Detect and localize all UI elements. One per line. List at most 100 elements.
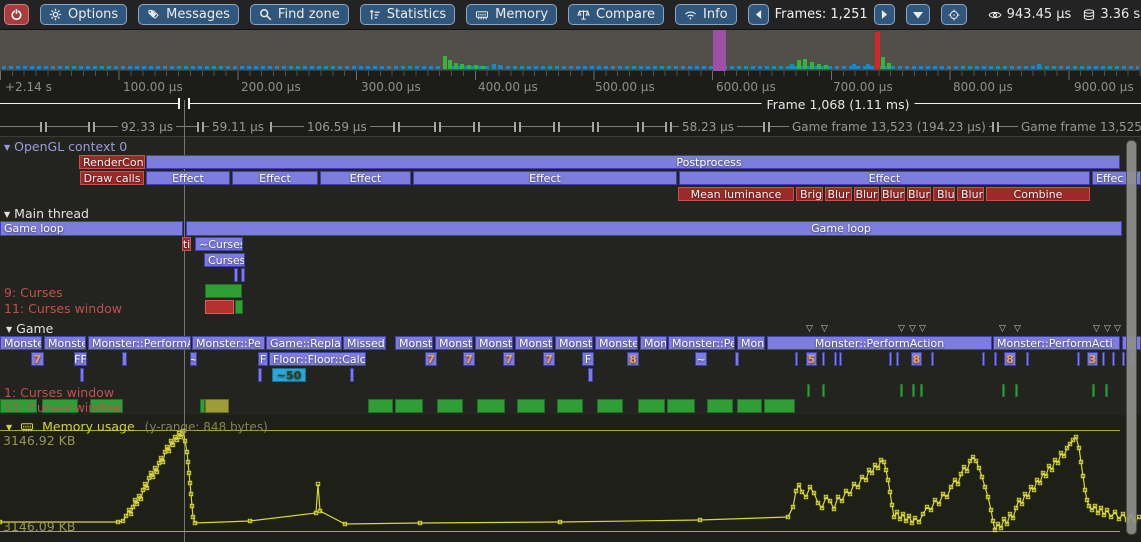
zone-bar[interactable]: Blur	[957, 187, 984, 201]
zone-bar[interactable]: FF	[74, 352, 87, 366]
zone-bar[interactable]	[258, 368, 262, 382]
zone-bar[interactable]	[896, 352, 899, 366]
zone-bar[interactable]: Missed	[343, 336, 386, 350]
zone-bar[interactable]	[1077, 352, 1080, 366]
zone-bar[interactable]: Postprocess	[146, 155, 1120, 169]
zone-bar[interactable]: Monster::PerformAction	[767, 336, 992, 350]
zone-bar[interactable]	[982, 352, 985, 366]
memory-usage-chart[interactable]	[0, 420, 1141, 542]
zone-bar[interactable]	[368, 399, 393, 413]
vertical-scrollbar-thumb[interactable]	[1126, 140, 1137, 535]
frame-histogram-bar[interactable]	[443, 56, 447, 69]
zone-bar[interactable]: ~	[190, 352, 197, 366]
frame-duration-label[interactable]: 106.59 µs	[304, 120, 370, 134]
zone-bar[interactable]	[1015, 384, 1018, 397]
focus-frame-button[interactable]	[941, 4, 967, 25]
zone-bar[interactable]	[234, 268, 238, 282]
frame-histogram-bar[interactable]	[474, 65, 478, 69]
zone-bar[interactable]	[205, 399, 229, 413]
zone-bar[interactable]: Draw calls	[80, 171, 144, 185]
zone-bar[interactable]	[350, 368, 354, 382]
frame-histogram[interactable]	[0, 30, 1141, 71]
zone-bar[interactable]: Monster::Pe	[668, 336, 735, 350]
frame-histogram-bar[interactable]	[448, 60, 452, 69]
zone-bar[interactable]: 3	[1087, 352, 1098, 366]
frame-histogram-bar[interactable]	[498, 65, 502, 69]
power-button[interactable]	[4, 4, 29, 25]
collapse-triangle-icon[interactable]: ▼	[4, 210, 10, 219]
plot-label-curses-window-11[interactable]: 11: Curses window	[4, 301, 122, 316]
zone-bar[interactable]: Blur	[907, 187, 931, 201]
frame-histogram-bar[interactable]	[887, 63, 891, 69]
zone-bar[interactable]	[205, 284, 242, 298]
prev-frame-button[interactable]	[748, 4, 769, 25]
collapse-triangle-icon[interactable]: ▼	[6, 423, 12, 432]
collapse-view-button[interactable]	[906, 4, 930, 25]
find-zone-button[interactable]: Find zone	[250, 4, 349, 25]
zone-bar[interactable]: 5	[806, 352, 817, 366]
frame-histogram-bar[interactable]	[810, 62, 814, 69]
zone-bar[interactable]: Monster::PerformActi	[993, 336, 1120, 350]
zone-bar[interactable]	[737, 399, 762, 413]
zone-bar[interactable]: Monste	[395, 336, 433, 350]
zone-bar[interactable]: Game::Replay	[266, 336, 342, 350]
frame-duration-label[interactable]: 59.11 µs	[209, 120, 267, 134]
zone-bar[interactable]: Effect	[413, 171, 677, 185]
zone-bar[interactable]	[395, 399, 423, 413]
frame-duration-label[interactable]: Game frame 13,525 (	[1018, 120, 1141, 134]
zone-bar[interactable]	[667, 399, 695, 413]
frame-histogram-bar[interactable]	[803, 59, 807, 69]
zone-bar[interactable]: Monste	[0, 336, 42, 350]
zone-bar[interactable]	[889, 352, 892, 366]
frame-duration-label[interactable]: 58.23 µs	[679, 120, 737, 134]
zone-bar[interactable]	[477, 399, 505, 413]
options-button[interactable]: Options	[40, 4, 127, 25]
zone-bar[interactable]	[638, 399, 665, 413]
zone-bar[interactable]: 7	[503, 352, 515, 366]
zone-bar[interactable]	[597, 399, 623, 413]
zone-bar[interactable]	[1102, 352, 1105, 366]
collapse-triangle-icon[interactable]: ▼	[4, 143, 10, 152]
zone-bar[interactable]	[1122, 352, 1125, 366]
zone-bar[interactable]: Combine	[986, 187, 1090, 201]
frame-histogram-bar[interactable]	[1037, 64, 1041, 69]
zone-bar[interactable]: 7	[31, 352, 44, 366]
zone-bar[interactable]: RenderCont	[79, 155, 145, 169]
plot-label-curses-window-11b[interactable]: 11: Curses window	[4, 400, 122, 415]
zone-bar[interactable]: Monste	[475, 336, 513, 350]
zone-bar[interactable]	[839, 352, 842, 366]
zone-bar[interactable]	[807, 384, 810, 397]
compare-button[interactable]: Compare	[568, 4, 664, 25]
zone-bar[interactable]: ~Curses	[195, 237, 243, 251]
messages-button[interactable]: Messages	[138, 4, 239, 25]
zone-bar[interactable]: Floor::Floor::Calc	[269, 352, 366, 366]
zone-bar[interactable]	[122, 352, 127, 366]
info-button[interactable]: Info	[675, 4, 737, 25]
zone-bar[interactable]: Monste	[515, 336, 553, 350]
message-marker-icon[interactable]: ▽	[919, 325, 926, 334]
plot-label-curses-9[interactable]: 9: Curses	[4, 285, 63, 300]
zone-bar[interactable]	[517, 399, 545, 413]
zone-bar[interactable]	[1105, 384, 1108, 397]
frame-histogram-bar[interactable]	[467, 65, 471, 69]
zone-bar[interactable]	[822, 352, 825, 366]
zone-bar[interactable]	[205, 300, 234, 314]
message-marker-icon[interactable]: ▽	[1014, 325, 1021, 334]
zone-bar[interactable]: Monste	[435, 336, 473, 350]
frame-histogram-bar[interactable]	[481, 66, 485, 69]
zone-bar[interactable]	[900, 384, 903, 397]
message-marker-icon[interactable]: ▽	[806, 325, 813, 334]
zone-bar[interactable]: Effect	[679, 171, 1090, 185]
message-marker-icon[interactable]: ▽	[909, 325, 916, 334]
zone-bar[interactable]: F	[582, 352, 594, 366]
zone-bar[interactable]: Curses	[204, 253, 245, 267]
zone-bar[interactable]	[920, 384, 923, 397]
section-opengl-header[interactable]: ▼OpenGL context 0	[4, 139, 127, 154]
message-marker-icon[interactable]: ▽	[1104, 325, 1111, 334]
zone-bar[interactable]: Monster::PerformA	[88, 336, 191, 350]
frame-histogram-bar[interactable]	[852, 64, 856, 69]
zone-bar[interactable]	[588, 368, 593, 382]
zone-bar[interactable]	[80, 368, 84, 382]
zone-bar[interactable]: Effect	[232, 171, 318, 185]
zone-bar[interactable]: Mean luminance	[678, 187, 794, 201]
